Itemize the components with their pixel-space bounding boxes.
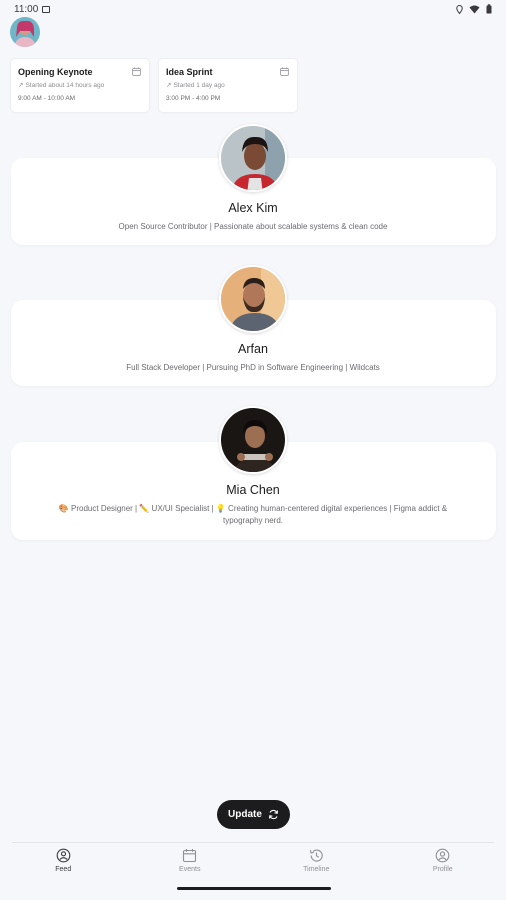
history-icon [309, 849, 323, 862]
status-left: 11:00 [14, 3, 51, 15]
person-name: Mia Chen [226, 483, 280, 497]
nav-item-timeline[interactable]: Timeline [276, 848, 356, 882]
status-time: 11:00 [14, 3, 39, 15]
nav-item-profile[interactable]: Profile [403, 848, 483, 882]
nav-item-feed[interactable]: Feed [23, 848, 103, 882]
profile-icon [435, 848, 450, 863]
status-right [456, 4, 492, 14]
profile-photo[interactable] [219, 124, 287, 192]
event-time: 3:00 PM - 4:00 PM [166, 95, 221, 102]
calendar-icon [132, 67, 141, 76]
person-bio: Open Source Contributor | Passionate abo… [118, 222, 388, 231]
person-bio-line: typography nerd. [222, 516, 284, 525]
profile-photo[interactable] [219, 406, 287, 474]
update-button[interactable]: Update [217, 800, 290, 829]
nav-label: Profile [432, 866, 453, 873]
started-arrow-icon: ↗ [166, 82, 172, 89]
event-started-text: ↗ Started 1 day ago [166, 81, 290, 90]
wifi-icon [469, 5, 480, 13]
event-title: Opening Keynote [18, 67, 93, 77]
event-started-text: ↗ Started about 14 hours ago [18, 81, 142, 90]
profile-photo[interactable] [219, 265, 287, 333]
person-name: Arfan [238, 342, 268, 356]
event-card[interactable]: Opening Keynote ↗ Started about 14 hours… [11, 59, 149, 112]
event-card[interactable]: Idea Sprint ↗ Started 1 day ago 3:00 PM … [159, 59, 297, 112]
event-started-label: Started about 14 hours ago [25, 81, 105, 89]
started-arrow-icon: ↗ [18, 82, 24, 89]
nav-label: Feed [55, 866, 72, 873]
update-button-label: Update [228, 809, 262, 820]
bottom-nav: Feed Events Timeline Profile [0, 848, 506, 882]
nav-label: Timeline [303, 866, 330, 873]
notification-icon [42, 5, 51, 13]
person-bio: 🎨 Product Designer | ✏️ UX/UI Specialist… [32, 503, 474, 527]
event-time: 9:00 AM - 10:00 AM [18, 95, 76, 102]
battery-icon [486, 4, 492, 14]
person-bio: Full Stack Developer | Pursuing PhD in S… [126, 363, 380, 372]
person-name: Alex Kim [228, 201, 278, 215]
refresh-icon [268, 809, 278, 820]
home-indicator[interactable] [177, 887, 331, 890]
event-title: Idea Sprint [166, 67, 213, 77]
nav-item-events[interactable]: Events [150, 848, 230, 882]
nav-label: Events [179, 866, 201, 873]
nav-divider [12, 842, 494, 843]
user-avatar[interactable] [10, 17, 40, 47]
status-bar: 11:00 [0, 0, 506, 18]
event-started-label: Started 1 day ago [173, 81, 225, 89]
calendar-icon [183, 849, 197, 863]
feed-icon [56, 848, 71, 863]
person-bio-line: 🎨 Product Designer | ✏️ UX/UI Specialist… [58, 504, 448, 513]
calendar-icon [280, 67, 289, 76]
location-icon [456, 4, 463, 14]
